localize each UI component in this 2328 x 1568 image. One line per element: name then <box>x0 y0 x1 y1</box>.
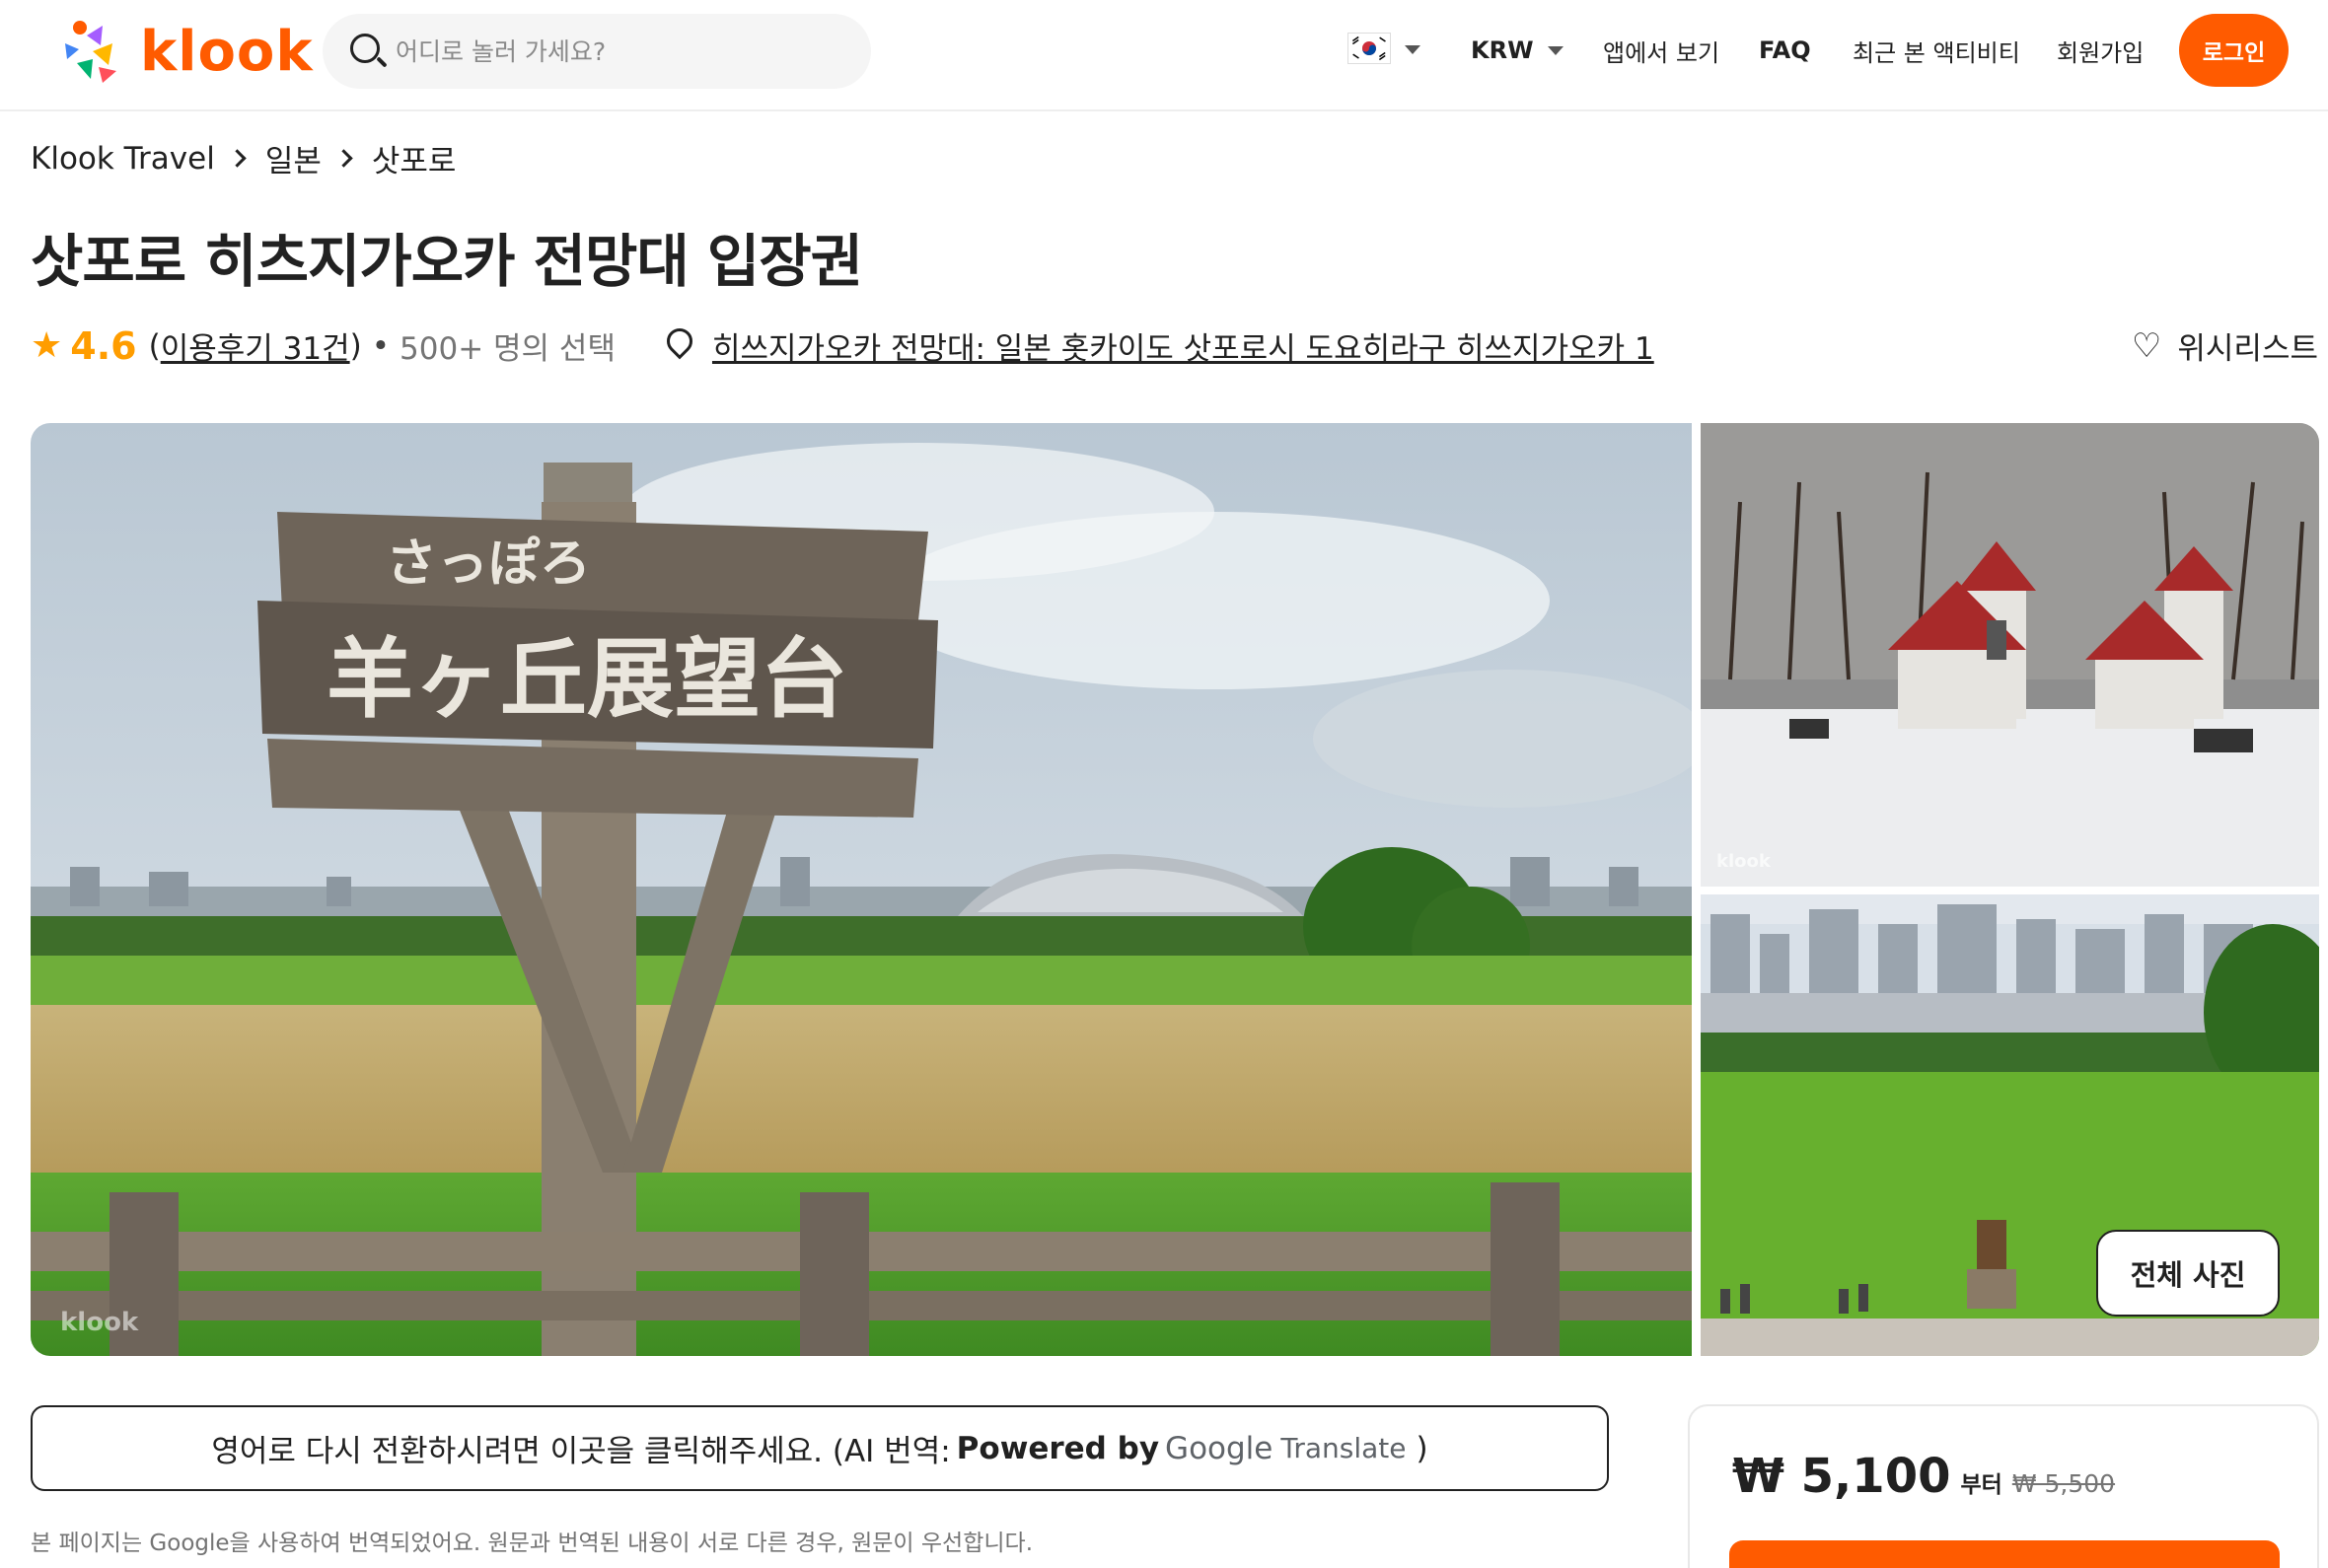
google-logo: Google <box>1165 1430 1273 1466</box>
breadcrumb-item-klook-travel[interactable]: Klook Travel <box>31 141 215 177</box>
chevron-right-icon <box>228 149 247 168</box>
reviews-open-paren: ( <box>148 327 161 364</box>
address-link[interactable]: 히쓰지가오카 전망대: 일본 홋카이도 삿포로시 도요히라구 히쓰지가오카 1 <box>712 323 1654 368</box>
main-photo[interactable]: さっぽろ 羊ヶ丘展望台 klook <box>31 423 1692 1356</box>
view-all-photos-button[interactable]: 전체 사진 <box>2096 1230 2280 1317</box>
wishlist-label: 위시리스트 <box>2177 331 2318 367</box>
nav-app-link[interactable]: 앱에서 보기 <box>1603 0 1719 101</box>
nav-item-label: 회원가입 <box>2057 38 2145 67</box>
book-now-button[interactable] <box>1729 1540 2280 1568</box>
nav-recently-viewed-link[interactable]: 최근 본 액티비티 <box>1853 0 2020 101</box>
search-icon <box>348 32 388 71</box>
rating-value: 4.6 <box>70 323 137 368</box>
korea-flag-icon[interactable] <box>1347 33 1391 64</box>
chevron-right-icon <box>334 149 353 168</box>
klook-logo-icon <box>65 21 116 83</box>
google-translate-label: Translate <box>1280 1432 1407 1464</box>
search-input[interactable] <box>396 36 849 66</box>
sign-text-main: 羊ヶ丘展望台 <box>327 628 847 730</box>
photo-gallery: さっぽろ 羊ヶ丘展望台 klook klook 전체 사진 <box>31 423 2319 1356</box>
activity-meta: ★ 4.6 ( 이용후기 31건 ) • 500+ 명의 선택 히쓰지가오카 전… <box>31 322 1654 368</box>
nav-item-label: 앱에서 보기 <box>1603 38 1720 67</box>
currency-selector[interactable]: KRW <box>1471 0 1564 101</box>
currency-label: KRW <box>1471 36 1534 64</box>
price-display: ₩ 5,100 부터 ₩ 5,500 <box>1732 1449 2115 1504</box>
wishlist-button[interactable]: ♡ 위시리스트 <box>2132 323 2318 368</box>
switch-to-english-button[interactable]: 영어로 다시 전환하시려면 이곳을 클릭해주세요. (AI 번역: Powere… <box>31 1405 1609 1491</box>
nav-item-label: FAQ <box>1759 36 1811 64</box>
breadcrumb-item-japan[interactable]: 일본 <box>265 136 322 180</box>
top-nav-bar: klook KRW 앱에서 보기 FAQ 최근 본 액티비티 회원가입 로그인 <box>0 0 2328 111</box>
translate-banner-text: 영어로 다시 전환하시려면 이곳을 클릭해주세요. (AI 번역: <box>211 1434 951 1469</box>
breadcrumb: Klook Travel 일본 삿포로 <box>31 136 456 180</box>
search-bar[interactable] <box>323 14 871 89</box>
translate-close-paren: ) <box>1416 1430 1428 1466</box>
city-view-photo[interactable]: 전체 사진 <box>1701 894 2319 1356</box>
nav-item-label: 최근 본 액티비티 <box>1853 38 2020 67</box>
watermark: klook <box>60 1308 139 1337</box>
original-price: ₩ 5,500 <box>2011 1469 2116 1498</box>
nav-signup-link[interactable]: 회원가입 <box>2057 0 2144 101</box>
reviews-close-paren: ) <box>349 327 362 364</box>
sign-text-top: さっぽろ <box>386 535 591 594</box>
translation-note: 본 페이지는 Google을 사용하여 번역되었어요. 원문과 번역된 내용이 … <box>31 1531 1034 1556</box>
powered-by-label: Powered by <box>956 1430 1160 1466</box>
location-pin-icon <box>661 322 698 364</box>
booked-count: 500+ 명의 선택 <box>400 331 616 367</box>
klook-logo[interactable]: klook <box>57 16 314 87</box>
star-icon: ★ <box>31 325 63 366</box>
login-button[interactable]: 로그인 <box>2179 14 2289 87</box>
watermark: klook <box>1716 851 1772 872</box>
nav-faq-link[interactable]: FAQ <box>1759 0 1811 101</box>
page-title: 삿포로 히츠지가오카 전망대 입장권 <box>31 228 863 295</box>
separator-dot: • <box>371 327 391 364</box>
church-photo[interactable]: klook <box>1701 423 2319 887</box>
booking-card: ₩ 5,100 부터 ₩ 5,500 <box>1688 1404 2319 1568</box>
heart-icon: ♡ <box>2131 325 2162 366</box>
language-chevron-down-icon[interactable] <box>1405 45 1420 54</box>
reviews-link[interactable]: 이용후기 31건 <box>161 323 350 368</box>
breadcrumb-item-sapporo[interactable]: 삿포로 <box>372 136 457 180</box>
currency-chevron-down-icon <box>1547 45 1564 55</box>
price-from-label: 부터 <box>1960 1472 2002 1498</box>
klook-logo-text: klook <box>140 19 314 84</box>
current-price: ₩ 5,100 <box>1732 1449 1951 1504</box>
